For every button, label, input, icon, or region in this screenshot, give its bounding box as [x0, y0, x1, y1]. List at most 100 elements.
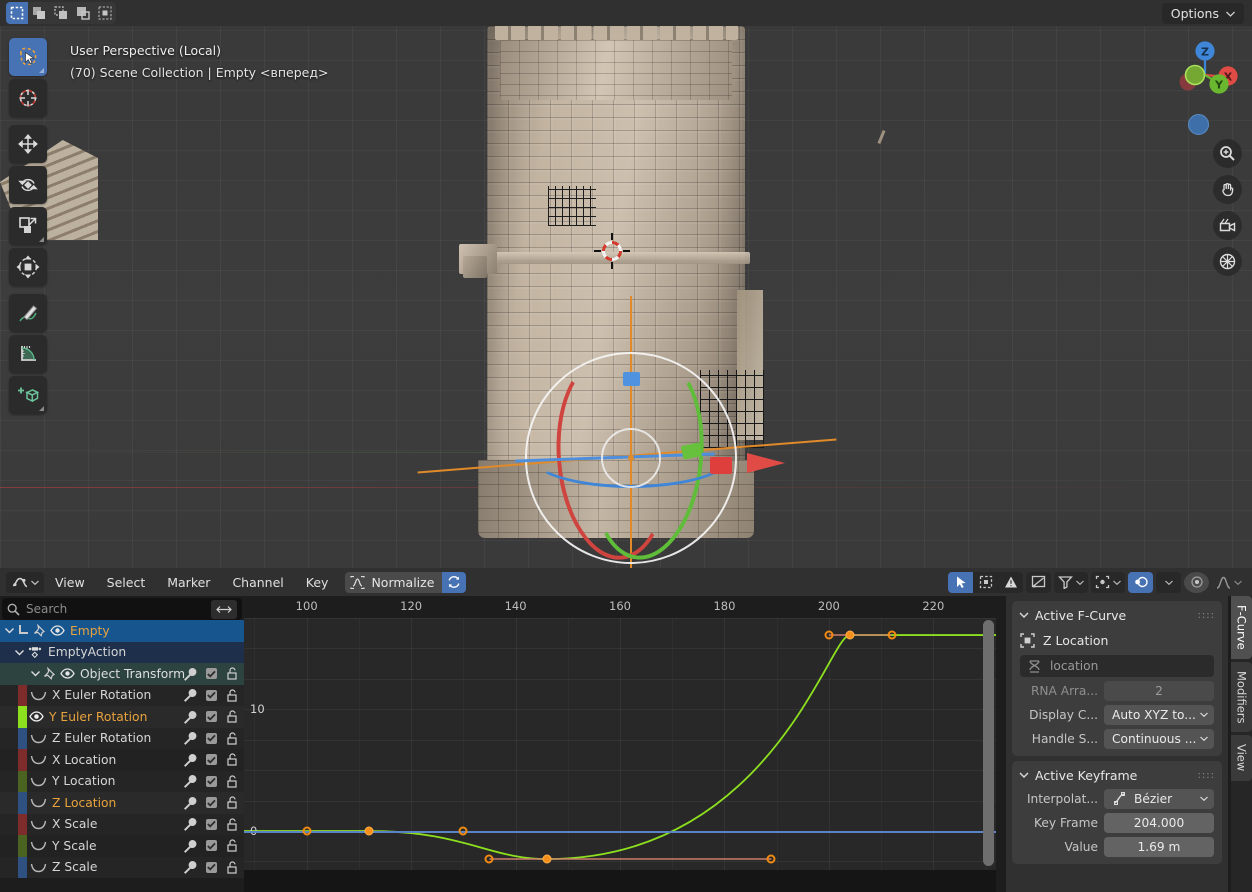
channel-mute-checkbox[interactable]	[206, 797, 217, 808]
channel-row-group[interactable]: Object Transform	[0, 663, 244, 685]
gizmo-z-handle[interactable]	[623, 372, 640, 386]
channel-icons[interactable]	[183, 710, 238, 724]
interpolation-dropdown[interactable]: Bézier	[1104, 789, 1214, 809]
channel-icons[interactable]	[183, 796, 238, 810]
channel-row-fcurve[interactable]: Z Euler Rotation	[0, 728, 244, 750]
value-value[interactable]: 1.69 m	[1104, 837, 1214, 857]
tool-transform[interactable]	[9, 248, 47, 286]
menu-channel[interactable]: Channel	[221, 575, 294, 590]
channel-icons-group[interactable]	[183, 667, 238, 681]
channel-row-fcurve[interactable]: Z Scale	[0, 857, 244, 879]
unlock-icon[interactable]	[226, 689, 238, 702]
show-errors-icon[interactable]	[998, 572, 1023, 593]
rotate-gizmo[interactable]	[525, 352, 737, 564]
editor-type-selector[interactable]	[6, 572, 44, 593]
channel-mute-checkbox[interactable]	[206, 819, 217, 830]
select-subtract-icon[interactable]	[50, 2, 72, 24]
unlock-icon[interactable]	[226, 796, 238, 809]
wrench-icon[interactable]	[183, 817, 197, 831]
viewport-pan-button[interactable]	[1213, 175, 1242, 204]
channel-row-object[interactable]: Empty	[0, 620, 244, 642]
wrench-icon[interactable]	[183, 688, 197, 702]
gizmo-x-handle[interactable]	[710, 457, 732, 474]
select-invert-icon[interactable]	[72, 2, 94, 24]
graph-canvas[interactable]: 100120140160180200220 010	[244, 596, 996, 892]
viewport-toolbar[interactable]	[9, 38, 47, 417]
keyframe-handle-point[interactable]	[485, 855, 494, 864]
keyframe-handle-point[interactable]	[824, 631, 833, 640]
eye-icon[interactable]	[29, 710, 44, 723]
keyframe-handle-point[interactable]	[302, 827, 311, 836]
channel-row-fcurve[interactable]: Z Location	[0, 792, 244, 814]
channel-mute-checkbox[interactable]	[206, 754, 217, 765]
tab-modifiers[interactable]: Modifiers	[1231, 662, 1252, 733]
channel-mute-checkbox[interactable]	[206, 690, 217, 701]
keyframe-point[interactable]	[365, 827, 374, 836]
pivot-point-icon[interactable]	[1091, 572, 1125, 593]
channel-icons[interactable]	[183, 817, 238, 831]
key-frame-value[interactable]: 204.000	[1104, 813, 1214, 833]
handle-smoothing-dropdown[interactable]: Continuous ...	[1104, 729, 1214, 749]
channel-mute-checkbox[interactable]	[206, 668, 217, 679]
channel-list[interactable]: Search Empty	[0, 596, 244, 892]
viewport-options-button[interactable]: Options	[1162, 3, 1244, 24]
falloff-curve-icon[interactable]	[1212, 572, 1246, 593]
channel-mute-checkbox[interactable]	[206, 711, 217, 722]
unlock-icon[interactable]	[226, 753, 238, 766]
channel-mute-checkbox[interactable]	[206, 840, 217, 851]
normalize-auto-button[interactable]	[442, 572, 466, 593]
wrench-icon[interactable]	[183, 796, 197, 810]
channel-icons[interactable]	[183, 774, 238, 788]
channel-mute-checkbox[interactable]	[206, 733, 217, 744]
channel-mute-checkbox[interactable]	[206, 776, 217, 787]
tool-scale[interactable]	[9, 207, 47, 245]
menu-view[interactable]: View	[44, 575, 96, 590]
channel-mute-checkbox[interactable]	[206, 862, 217, 873]
fcurve-rows[interactable]: X Euler RotationY Euler RotationZ Euler …	[0, 685, 244, 879]
select-extend-icon[interactable]	[28, 2, 50, 24]
channel-row-action[interactable]: EmptyAction	[0, 642, 244, 664]
sidebar-tabs[interactable]: F-Curve Modifiers View	[1231, 596, 1252, 892]
select-intersect-icon[interactable]	[94, 2, 116, 24]
tab-view[interactable]: View	[1231, 735, 1252, 780]
tab-f-curve[interactable]: F-Curve	[1231, 596, 1252, 659]
wrench-icon[interactable]	[183, 731, 197, 745]
channel-icons[interactable]	[183, 839, 238, 853]
tool-cursor[interactable]	[9, 79, 47, 117]
channel-search-input[interactable]: Search	[2, 598, 242, 620]
channel-row-fcurve[interactable]: Y Scale	[0, 835, 244, 857]
viewport-ortho-button[interactable]	[1213, 247, 1242, 276]
channel-panel-expander[interactable]	[211, 600, 237, 619]
tool-annotate[interactable]	[9, 294, 47, 332]
proportional-falloff-dropdown[interactable]	[1156, 572, 1181, 593]
channel-icons[interactable]	[183, 731, 238, 745]
menu-select[interactable]: Select	[96, 575, 157, 590]
display-color-dropdown[interactable]: Auto XYZ to...	[1104, 705, 1214, 725]
show-hidden-icon[interactable]	[973, 572, 998, 593]
channel-icons[interactable]	[183, 753, 238, 767]
wrench-icon[interactable]	[183, 753, 197, 767]
select-set-icon[interactable]	[6, 2, 28, 24]
normalize-group[interactable]: Normalize	[345, 572, 466, 593]
filter-toggle-group[interactable]	[948, 572, 1023, 593]
channel-row-fcurve[interactable]: X Location	[0, 749, 244, 771]
unlock-icon[interactable]	[226, 861, 238, 874]
curve-plot-area[interactable]: 010	[244, 618, 996, 870]
viewport-camera-button[interactable]	[1213, 211, 1242, 240]
panel-drag-handle-2[interactable]: ::::	[1198, 770, 1215, 781]
channel-icons[interactable]	[183, 860, 238, 874]
tool-add-cube[interactable]	[9, 376, 47, 414]
unlock-icon[interactable]	[226, 818, 238, 831]
tool-move[interactable]	[9, 125, 47, 163]
active-keyframe-panel-header[interactable]: Active Keyframe ::::	[1012, 765, 1222, 785]
viewport-zoom-button[interactable]	[1213, 139, 1242, 168]
tool-select-box[interactable]	[9, 38, 47, 76]
wrench-icon[interactable]	[183, 860, 197, 874]
snap-toggle-icon[interactable]	[1184, 572, 1209, 593]
keyframe-handle-point[interactable]	[887, 631, 896, 640]
keyframe-point[interactable]	[845, 631, 854, 640]
tool-rotate[interactable]	[9, 166, 47, 204]
wrench-icon[interactable]	[183, 839, 197, 853]
proportional-edit-icon[interactable]	[1128, 572, 1153, 593]
filter-icon[interactable]	[1054, 572, 1088, 593]
